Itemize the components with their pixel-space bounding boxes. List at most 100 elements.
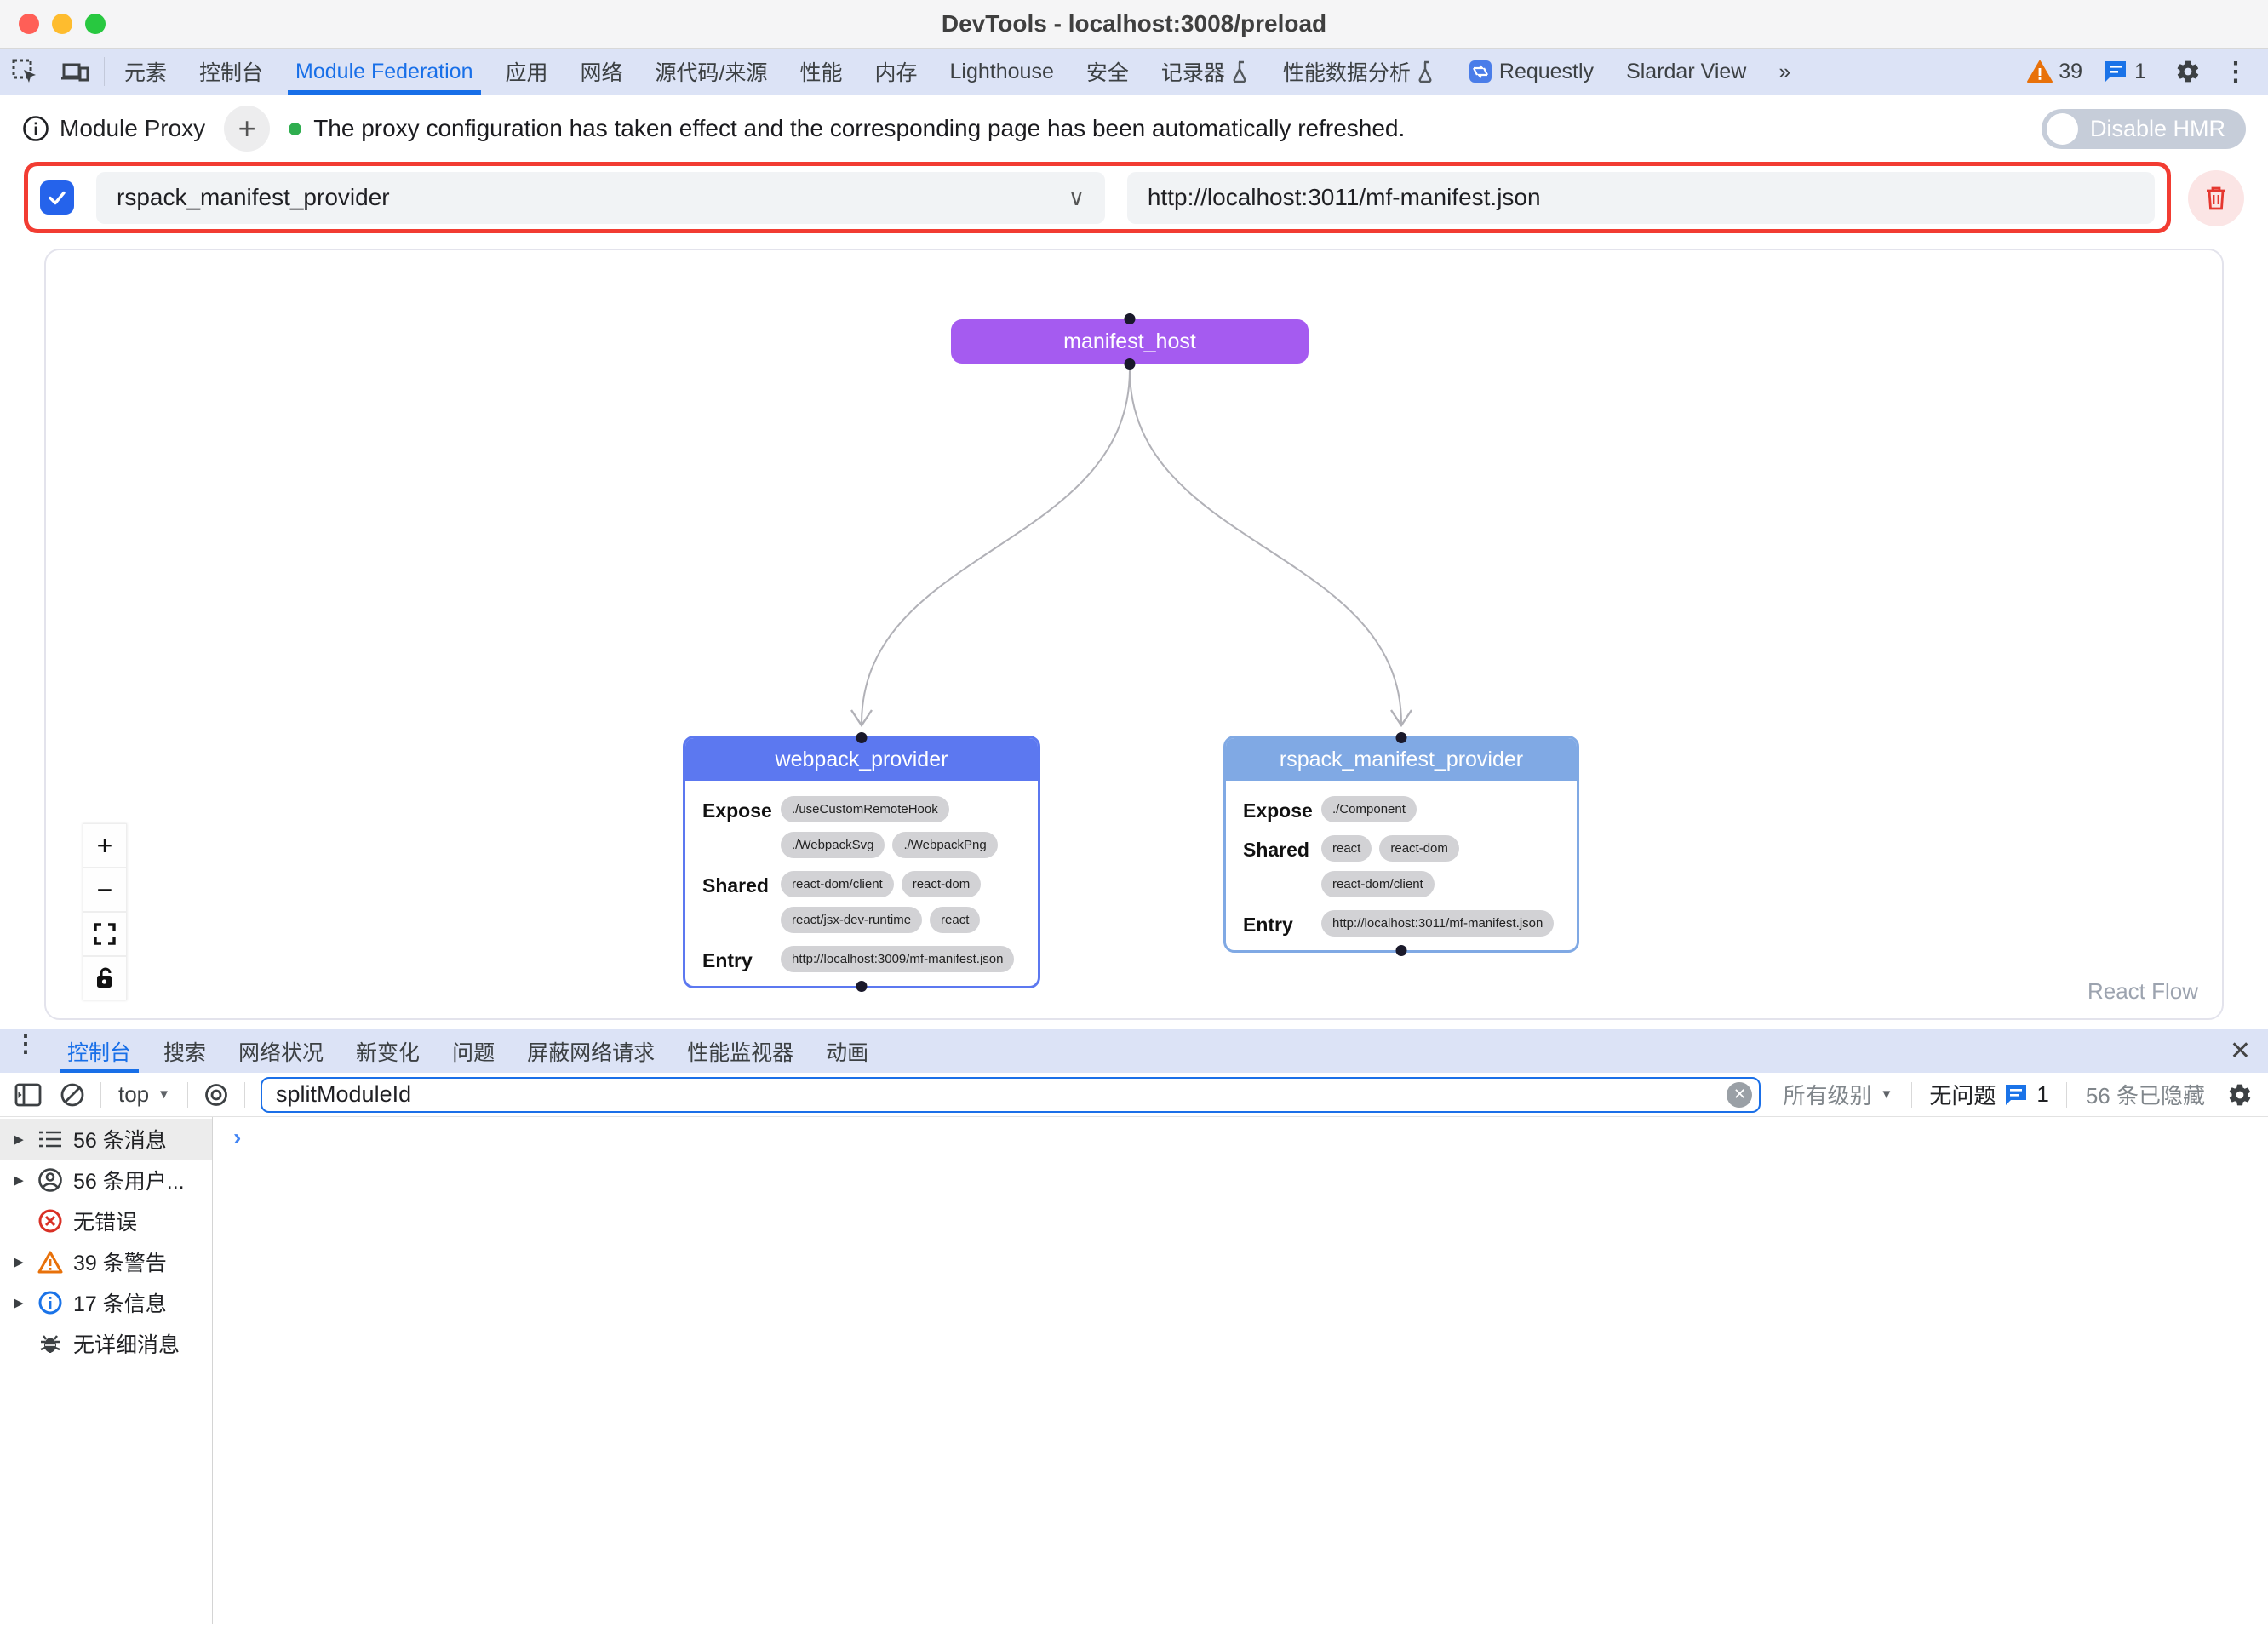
tab-console[interactable]: 控制台	[183, 49, 279, 95]
expose-label: Expose	[1243, 796, 1321, 822]
clear-filter-button[interactable]: ✕	[1727, 1082, 1752, 1108]
node-handle	[1125, 358, 1136, 370]
issues-badge[interactable]: 1	[2093, 60, 2156, 84]
drawer-overflow-icon[interactable]: ⋮	[0, 1029, 51, 1073]
node-handle	[1125, 313, 1136, 324]
sidebar-item-errors[interactable]: 无错误	[0, 1200, 212, 1241]
tab-requestly[interactable]: Requestly	[1452, 49, 1610, 95]
zoom-out-button[interactable]: −	[83, 868, 127, 912]
warnings-badge[interactable]: 39	[2017, 60, 2093, 84]
react-flow-attribution[interactable]: React Flow	[2088, 978, 2198, 1005]
trash-icon	[2203, 185, 2229, 212]
expose-module: ./useCustomRemoteHook	[781, 796, 949, 822]
tab-application[interactable]: 应用	[490, 49, 564, 95]
tab-memory[interactable]: 内存	[859, 49, 934, 95]
provider-select[interactable]: rspack_manifest_provider ∨	[96, 172, 1105, 224]
tab-slardar-view[interactable]: Slardar View	[1610, 49, 1762, 95]
console-sidebar-toggle-icon[interactable]	[9, 1076, 48, 1114]
console-filter-input[interactable]	[261, 1077, 1761, 1113]
drawer-tab-network-conditions[interactable]: 网络状况	[222, 1029, 340, 1073]
shared-label: Shared	[1243, 835, 1321, 862]
sidebar-item-label: 56 条消息	[73, 1124, 167, 1155]
shared-dep: react/jsx-dev-runtime	[781, 907, 922, 933]
toggle-knob	[2047, 113, 2078, 145]
delete-rule-button[interactable]	[2188, 170, 2244, 226]
tab-recorder[interactable]: 记录器	[1145, 49, 1267, 95]
settings-gear-icon[interactable]	[2164, 59, 2212, 84]
expand-arrow-icon: ▶	[10, 1172, 27, 1188]
sidebar-item-info[interactable]: ▶ 17 条信息	[0, 1282, 212, 1323]
sidebar-item-verbose[interactable]: 无详细消息	[0, 1323, 212, 1364]
divider	[244, 1082, 245, 1108]
javascript-context-select[interactable]: top ▼	[110, 1081, 179, 1108]
console-settings-gear-icon[interactable]	[2220, 1076, 2259, 1114]
console-output[interactable]: ›	[213, 1117, 2268, 1624]
tab-sources[interactable]: 源代码/来源	[639, 49, 784, 95]
hidden-messages-count: 56 条已隐藏	[2076, 1079, 2215, 1110]
fit-view-button[interactable]	[83, 912, 127, 956]
live-expression-eye-icon[interactable]	[197, 1076, 236, 1114]
drawer-tab-network-blocking[interactable]: 屏蔽网络请求	[511, 1029, 671, 1073]
entry-url: http://localhost:3011/mf-manifest.json	[1321, 910, 1554, 937]
node-webpack-provider[interactable]: webpack_provider Expose ./useCustomRemot…	[683, 736, 1040, 988]
messages-list-icon	[38, 1129, 62, 1149]
node-title: manifest_host	[1063, 329, 1196, 354]
message-bubble-icon	[2103, 60, 2128, 83]
sidebar-item-all-messages[interactable]: ▶ 56 条消息	[0, 1119, 212, 1160]
log-levels-select[interactable]: 所有级别 ▼	[1773, 1079, 1903, 1110]
rule-enabled-checkbox[interactable]	[40, 180, 74, 215]
drawer-tab-performance-monitor[interactable]: 性能监视器	[671, 1029, 810, 1073]
tab-lighthouse[interactable]: Lighthouse	[934, 49, 1070, 95]
drawer-tab-issues[interactable]: 问题	[436, 1029, 511, 1073]
close-drawer-button[interactable]: ✕	[2213, 1029, 2268, 1073]
clear-console-icon[interactable]	[53, 1076, 92, 1114]
more-tabs-button[interactable]: »	[1762, 49, 1807, 95]
console-prompt-chevron: ›	[233, 1124, 241, 1151]
disable-hmr-toggle[interactable]: Disable HMR	[2042, 109, 2246, 149]
info-icon	[37, 1290, 63, 1315]
console-toolbar: top ▼ ✕ 所有级别 ▼ 无问题 1 56 条已隐藏	[0, 1073, 2268, 1117]
manifest-url-input[interactable]	[1127, 172, 2155, 224]
divider	[187, 1082, 188, 1108]
node-rspack-manifest-provider[interactable]: rspack_manifest_provider Expose ./Compon…	[1223, 736, 1579, 953]
issues-counter[interactable]: 无问题 1	[1921, 1079, 2057, 1110]
tab-security[interactable]: 安全	[1070, 49, 1145, 95]
sidebar-item-warnings[interactable]: ▶ 39 条警告	[0, 1241, 212, 1282]
tab-performance-insights[interactable]: 性能数据分析	[1267, 49, 1452, 95]
tab-elements[interactable]: 元素	[108, 49, 183, 95]
shared-dep: react-dom/client	[1321, 871, 1435, 897]
lock-button[interactable]	[83, 956, 127, 1000]
node-title: webpack_provider	[685, 738, 1038, 781]
module-proxy-bar: Module Proxy + The proxy configuration h…	[0, 95, 2268, 162]
shared-dep: react	[1321, 835, 1372, 862]
entry-label: Entry	[1243, 910, 1321, 937]
zoom-in-button[interactable]: +	[83, 823, 127, 868]
module-federation-graph[interactable]: manifest_host webpack_provider Expose ./…	[44, 249, 2224, 1020]
tab-performance[interactable]: 性能	[783, 49, 858, 95]
drawer-tab-animations[interactable]: 动画	[810, 1029, 885, 1073]
more-options-icon[interactable]: ⋮	[2212, 57, 2259, 87]
entry-label: Entry	[702, 946, 781, 972]
drawer-tab-search[interactable]: 搜索	[147, 1029, 222, 1073]
device-toolbar-icon[interactable]	[49, 49, 100, 95]
add-proxy-button[interactable]: +	[224, 106, 270, 152]
tab-network[interactable]: 网络	[564, 49, 639, 95]
sidebar-item-user-messages[interactable]: ▶ 56 条用户...	[0, 1160, 212, 1200]
shared-dep: react-dom	[902, 871, 982, 897]
drawer-tab-changes[interactable]: 新变化	[340, 1029, 436, 1073]
inspect-element-icon[interactable]	[0, 49, 49, 95]
more-tabs-icon: »	[1778, 60, 1790, 84]
message-bubble-icon	[2003, 1083, 2029, 1107]
shared-label: Shared	[702, 871, 781, 897]
graph-controls: + −	[83, 823, 127, 1000]
proxy-rule-row: rspack_manifest_provider ∨	[24, 162, 2171, 233]
tab-module-federation[interactable]: Module Federation	[279, 49, 489, 95]
node-handle	[856, 981, 868, 992]
chevron-down-icon: ∨	[1068, 185, 1085, 211]
expand-arrow-icon: ▶	[10, 1295, 27, 1310]
sidebar-item-label: 39 条警告	[73, 1246, 167, 1277]
node-handle	[1396, 945, 1407, 956]
divider	[2066, 1082, 2067, 1108]
drawer-tab-console[interactable]: 控制台	[51, 1029, 147, 1073]
node-manifest-host[interactable]: manifest_host	[951, 319, 1309, 364]
